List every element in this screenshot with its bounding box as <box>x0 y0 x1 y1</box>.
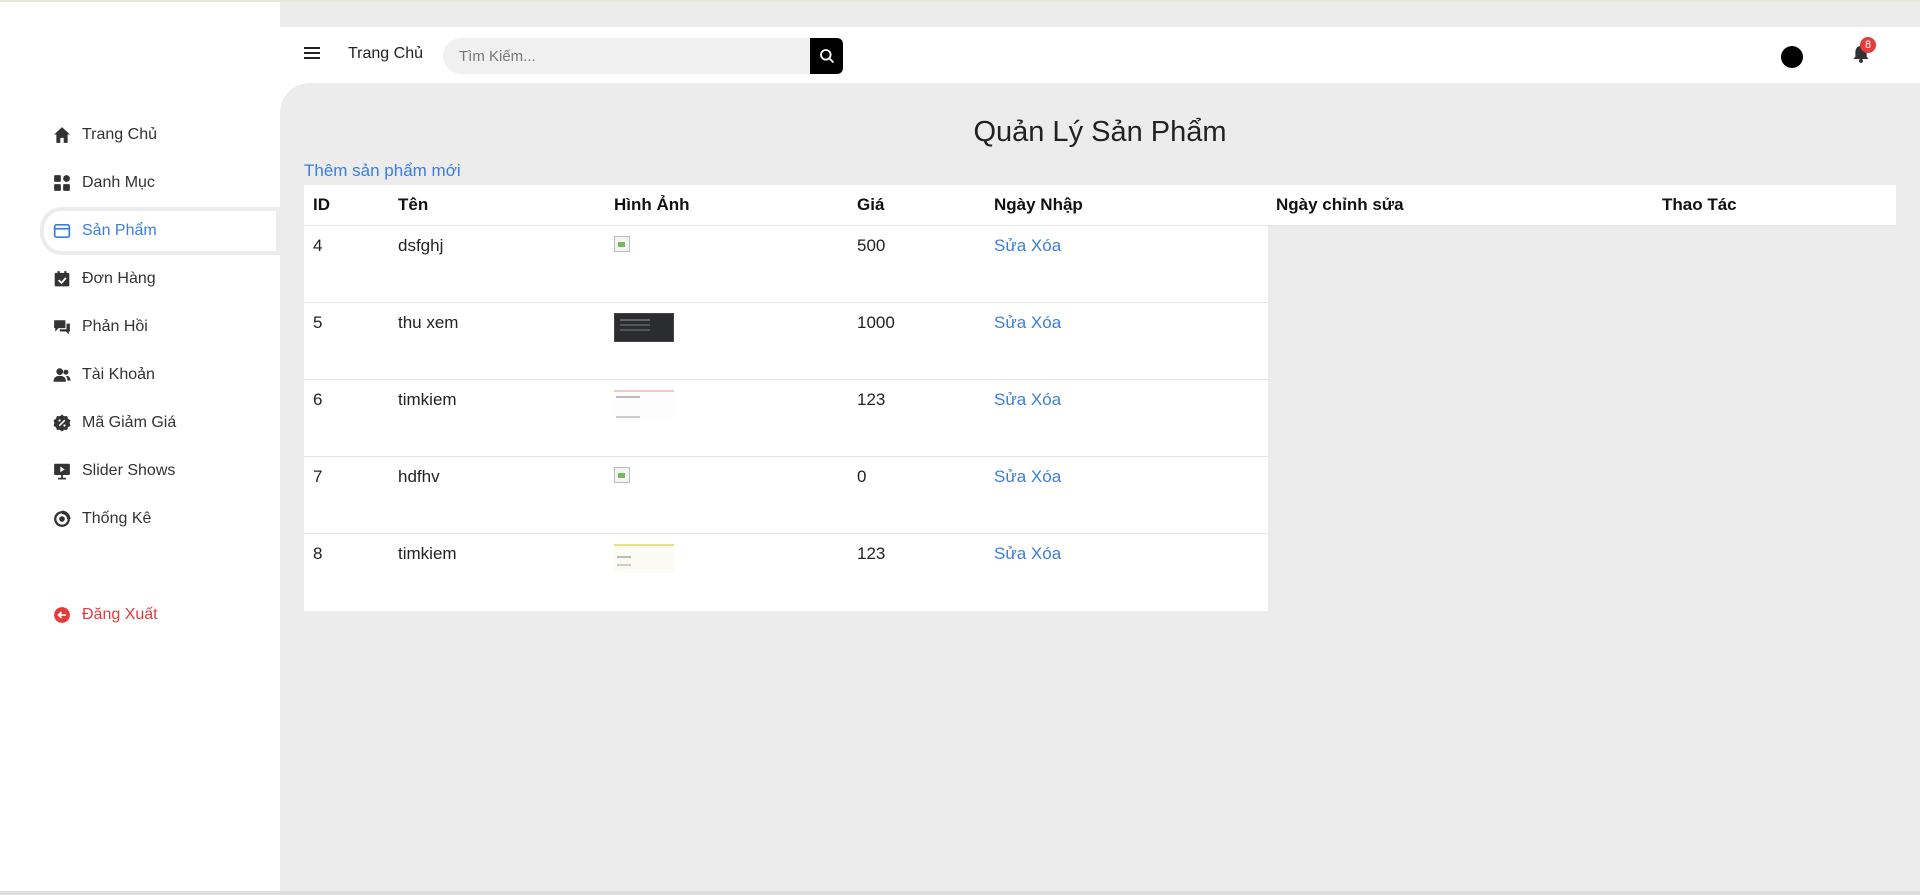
calendar-check-icon <box>53 270 71 288</box>
search-input[interactable] <box>443 38 843 74</box>
bottom-strip <box>0 891 1920 895</box>
cell-actions: Sửa Xóa <box>994 313 1061 333</box>
edit-link[interactable]: Sửa <box>994 544 1026 563</box>
edit-link[interactable]: Sửa <box>994 390 1026 409</box>
sidebar-item-logout[interactable]: Đăng Xuất <box>40 591 280 639</box>
sidebar-item-label: Tài Khoản <box>82 366 155 383</box>
cell-price: 123 <box>857 544 886 563</box>
cell-id: 5 <box>313 313 323 332</box>
product-image-thumbnail <box>614 313 674 342</box>
avatar[interactable] <box>1781 46 1803 68</box>
column-header-actions: Thao Tác <box>1662 195 1737 214</box>
discount-icon <box>53 414 71 432</box>
home-icon <box>53 126 71 144</box>
sidebar-item-home[interactable]: Trang Chủ <box>40 111 280 159</box>
users-icon <box>53 366 71 384</box>
delete-link[interactable]: Xóa <box>1031 236 1061 255</box>
cell-price: 123 <box>857 390 886 409</box>
table-row: 8 timkiem 123 Sửa Xóa <box>304 534 1268 611</box>
notification-count-badge: 8 <box>1860 37 1876 53</box>
sidebar-item-orders[interactable]: Đơn Hàng <box>40 255 280 303</box>
table-body: 4 dsfghj 500 Sửa Xóa 5 thu xem 1000 Sửa … <box>304 226 1268 611</box>
sidebar-item-label: Sản Phẩm <box>82 222 157 239</box>
chat-icon <box>53 318 71 336</box>
delete-link[interactable]: Xóa <box>1031 313 1061 332</box>
search-icon <box>819 49 834 64</box>
page-title: Quản Lý Sản Phẩm <box>973 116 1227 148</box>
delete-link[interactable]: Xóa <box>1031 544 1061 563</box>
top-header: Trang Chủ 8 <box>280 27 1920 83</box>
cell-name: hdfhv <box>398 467 440 486</box>
column-header-name: Tên <box>398 195 429 214</box>
table-row: 5 thu xem 1000 Sửa Xóa <box>304 303 1268 380</box>
chart-circle-icon <box>53 510 71 528</box>
table-row: 6 timkiem 123 Sửa Xóa <box>304 380 1268 457</box>
product-image-thumbnail <box>614 544 674 573</box>
delete-link[interactable]: Xóa <box>1031 467 1061 486</box>
edit-link[interactable]: Sửa <box>994 236 1026 255</box>
sidebar-item-label: Đăng Xuất <box>82 606 158 623</box>
table-header: ID Tên Hình Ảnh Giá Ngày Nhập Ngày chỉnh… <box>304 185 1896 226</box>
sidebar-item-statistics[interactable]: Thống Kê <box>40 495 280 543</box>
sidebar-item-sliders[interactable]: Slider Shows <box>40 447 280 495</box>
menu-toggle-icon[interactable] <box>304 47 320 61</box>
sidebar-menu: Trang Chủ Danh Mục Sản Phẩm Đơn Hàng Phả… <box>40 111 280 623</box>
cell-name: dsfghj <box>398 236 444 255</box>
window-icon <box>53 222 71 240</box>
sidebar-item-accounts[interactable]: Tài Khoản <box>40 351 280 399</box>
add-product-link[interactable]: Thêm sản phẩm mới <box>304 161 461 181</box>
edit-link[interactable]: Sửa <box>994 467 1026 486</box>
cell-name: timkiem <box>398 390 457 409</box>
column-header-image: Hình Ảnh <box>614 195 690 214</box>
cell-actions: Sửa Xóa <box>994 467 1061 487</box>
sidebar: Trang Chủ Danh Mục Sản Phẩm Đơn Hàng Phả… <box>0 27 280 895</box>
cell-id: 6 <box>313 390 323 409</box>
sidebar-item-label: Đơn Hàng <box>82 270 156 287</box>
cell-id: 7 <box>313 467 323 486</box>
column-header-modified-date: Ngày chỉnh sửa <box>1276 195 1404 214</box>
column-header-price: Giá <box>857 195 885 214</box>
sidebar-item-categories[interactable]: Danh Mục <box>40 159 280 207</box>
cell-price: 0 <box>857 467 867 486</box>
cell-actions: Sửa Xóa <box>994 390 1061 410</box>
sidebar-item-discounts[interactable]: Mã Giảm Giá <box>40 399 280 447</box>
sidebar-item-label: Thống Kê <box>82 510 152 527</box>
sidebar-item-label: Danh Mục <box>82 174 155 191</box>
header-home-link[interactable]: Trang Chủ <box>348 45 423 63</box>
cell-name: thu xem <box>398 313 459 332</box>
sidebar-item-products[interactable]: Sản Phẩm <box>40 207 280 255</box>
sidebar-item-label: Slider Shows <box>82 462 176 479</box>
cell-actions: Sửa Xóa <box>994 544 1061 564</box>
cell-price: 1000 <box>857 313 895 332</box>
cell-price: 500 <box>857 236 886 255</box>
product-image-broken <box>614 236 630 252</box>
edit-link[interactable]: Sửa <box>994 313 1026 332</box>
product-image-thumbnail <box>614 390 674 419</box>
search-button[interactable] <box>810 38 843 74</box>
table-row: 4 dsfghj 500 Sửa Xóa <box>304 226 1268 303</box>
cell-id: 4 <box>313 236 323 255</box>
sidebar-item-feedback[interactable]: Phản Hồi <box>40 303 280 351</box>
column-header-import-date: Ngày Nhập <box>994 195 1083 214</box>
sidebar-item-label: Mã Giảm Giá <box>82 414 177 431</box>
column-header-id: ID <box>313 195 330 214</box>
table-row: 7 hdfhv 0 Sửa Xóa <box>304 457 1268 534</box>
delete-link[interactable]: Xóa <box>1031 390 1061 409</box>
main-content: Quản Lý Sản Phẩm Thêm sản phẩm mới ID Tê… <box>280 83 1920 895</box>
cell-name: timkiem <box>398 544 457 563</box>
product-image-broken <box>614 467 630 483</box>
top-strip-gray <box>280 2 1920 27</box>
cell-actions: Sửa Xóa <box>994 236 1061 256</box>
sidebar-item-label: Phản Hồi <box>82 318 148 335</box>
sidebar-item-label: Trang Chủ <box>82 126 157 143</box>
presentation-icon <box>53 462 71 480</box>
cell-id: 8 <box>313 544 323 563</box>
grid-icon <box>53 174 71 192</box>
logout-icon <box>53 606 71 624</box>
